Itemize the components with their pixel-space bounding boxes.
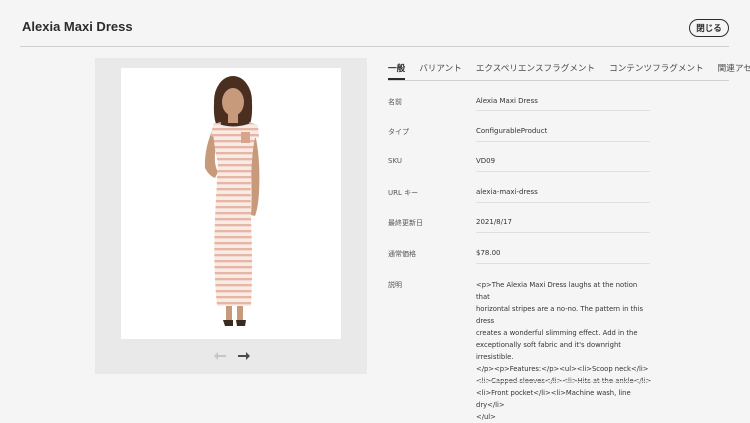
field-value-description: <p>The Alexia Maxi Dress laughs at the n… [476,281,652,421]
field-value-name: Alexia Maxi Dress [476,97,538,105]
header-divider [20,46,729,47]
page-title: Alexia Maxi Dress [22,19,133,34]
field-divider [476,141,650,142]
field-value-last-modified: 2021/8/17 [476,218,512,226]
app-header: Alexia Maxi Dress 閉じる [0,0,750,47]
tab-general[interactable]: 一般 [388,62,405,78]
field-divider [476,110,650,111]
product-image-panel [95,58,367,374]
field-label-sku: SKU [388,157,402,165]
field-divider [476,263,650,264]
arrow-left-icon[interactable] [213,351,227,361]
dress-model-image [204,76,260,326]
field-label-name: 名前 [388,98,402,106]
tab-content-fragments[interactable]: コンテンツフラグメント [609,62,704,78]
arrow-right-icon[interactable] [237,351,251,361]
field-label-url-key: URL キー [388,189,419,197]
tab-experience-fragments[interactable]: エクスペリエンスフラグメント [476,62,595,78]
tab-related-assets[interactable]: 関連アセット [718,62,750,78]
field-divider [476,232,650,233]
field-value-price: $78.00 [476,249,501,257]
tabs-divider [388,80,729,81]
close-button[interactable]: 閉じる [689,19,729,37]
field-value-type: ConfigurableProduct [476,127,548,135]
product-image [121,68,341,339]
field-label-last-modified: 最終更新日 [388,219,423,227]
field-value-url-key: alexia-maxi-dress [476,188,538,196]
field-divider [476,171,650,172]
field-divider [476,381,650,382]
detail-tabs: 一般 バリアント エクスペリエンスフラグメント コンテンツフラグメント 関連アセ… [388,62,750,78]
tab-variants[interactable]: バリアント [419,62,462,78]
field-label-price: 通常価格 [388,250,416,258]
field-label-description: 説明 [388,281,402,289]
field-divider [476,202,650,203]
field-value-sku: VD09 [476,157,496,165]
field-label-type: タイプ [388,128,409,136]
image-navigation [213,350,253,362]
